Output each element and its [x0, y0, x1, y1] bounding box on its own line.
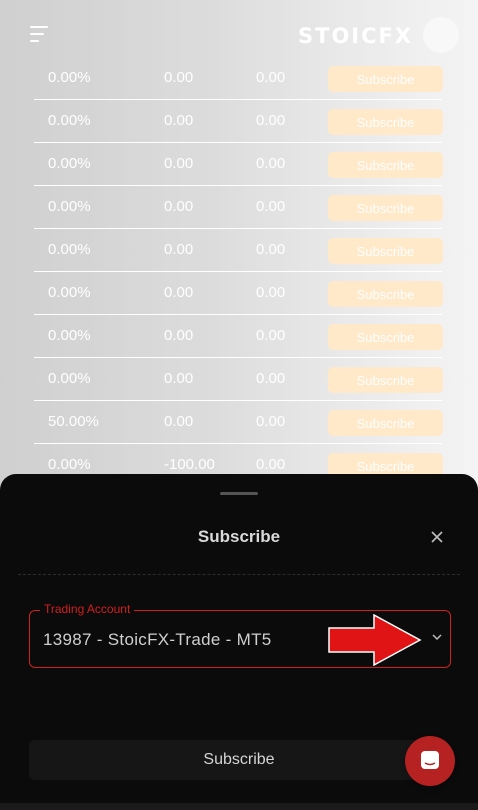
sheet-title: Subscribe: [197, 527, 281, 546]
subscribe-button[interactable]: Subscribe: [29, 740, 449, 780]
close-icon[interactable]: [428, 528, 446, 546]
arrow-right-icon: [328, 613, 422, 671]
sheet-grabber[interactable]: [220, 492, 258, 495]
chat-icon: [421, 751, 439, 769]
trading-account-label: Trading Account: [40, 602, 135, 616]
divider: [18, 574, 460, 575]
trading-account-value: 13987 - StoicFX-Trade - MT5: [43, 630, 272, 649]
chat-button[interactable]: [405, 736, 455, 786]
bottom-strip: [0, 803, 478, 810]
chevron-down-icon[interactable]: [430, 630, 444, 649]
